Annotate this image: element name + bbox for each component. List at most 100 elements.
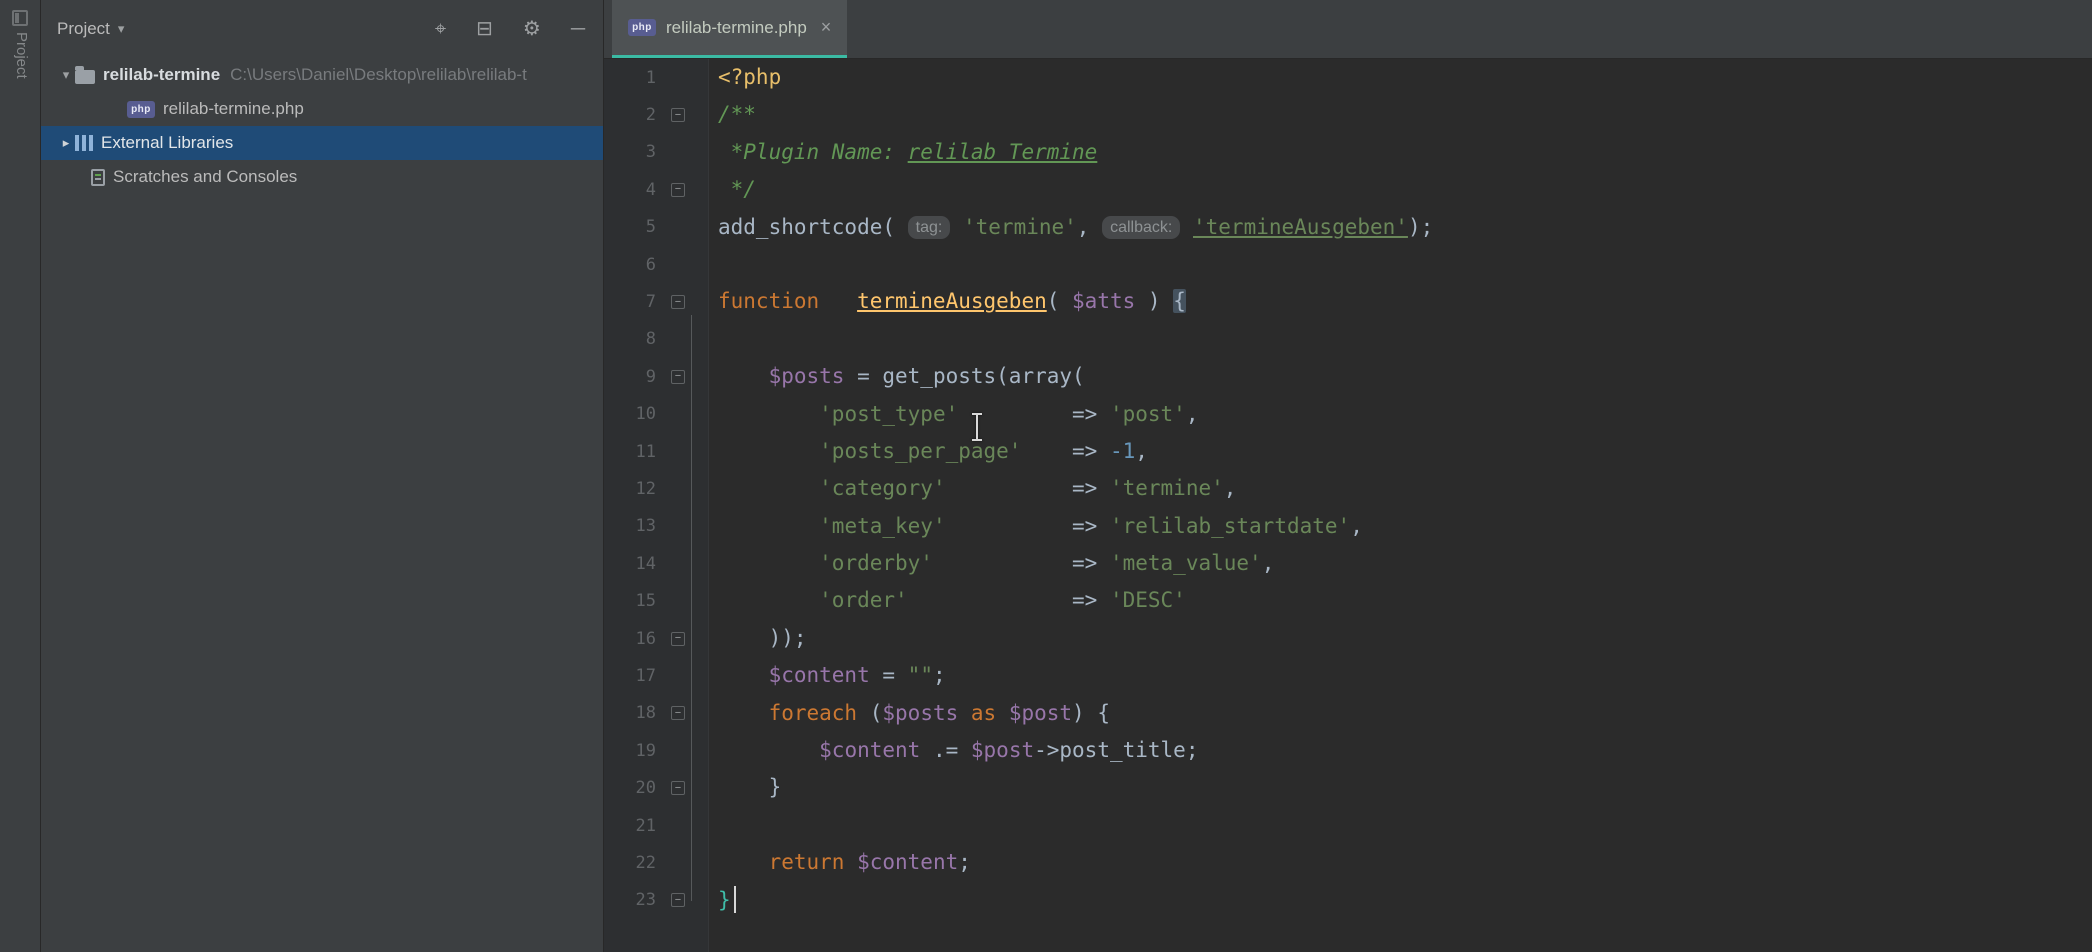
code-line: foreach ($posts as $post) {: [718, 695, 2092, 732]
collapse-all-icon[interactable]: ⊟: [476, 19, 493, 39]
scratches-icon: [91, 169, 105, 186]
code-line: ));: [718, 620, 2092, 657]
gutter-line: 23 −: [604, 882, 708, 919]
project-tree: ▾ relilab-termine C:\Users\Daniel\Deskto…: [41, 58, 603, 194]
activity-bar: Project: [0, 0, 41, 952]
code-line: <?php: [718, 59, 2092, 96]
tree-item-label: Scratches and Consoles: [113, 167, 297, 187]
gutter-line: 5: [604, 209, 708, 246]
folder-icon: [75, 70, 95, 84]
gutter-line: 7−: [604, 283, 708, 320]
gutter-line: 17: [604, 657, 708, 694]
tree-row-php-file[interactable]: php relilab-termine.php: [41, 92, 603, 126]
php-file-icon: php: [628, 19, 656, 36]
fold-marker-icon[interactable]: −: [671, 893, 685, 907]
line-number: 16: [604, 629, 656, 649]
line-number: 6: [604, 255, 656, 275]
tree-row-scratches[interactable]: Scratches and Consoles: [41, 160, 603, 194]
gutter-line: 10: [604, 396, 708, 433]
chevron-collapsed-icon[interactable]: ▸: [57, 135, 75, 151]
tree-item-label: relilab-termine.php: [163, 99, 304, 119]
fold-marker-icon[interactable]: −: [671, 370, 685, 384]
chevron-down-icon: ▾: [118, 21, 125, 37]
editor-tab-active[interactable]: php relilab-termine.php ×: [612, 0, 847, 58]
project-tool-window-button[interactable]: Project: [10, 32, 30, 79]
panel-title: Project: [57, 19, 110, 39]
gutter-line: 8: [604, 321, 708, 358]
line-number: 15: [604, 591, 656, 611]
line-number: 13: [604, 516, 656, 536]
line-number: 3: [604, 142, 656, 162]
project-path: C:\Users\Daniel\Desktop\relilab\relilab-…: [230, 65, 527, 85]
panel-toolbar: ⌖ ⊟ ⚙ ─: [435, 19, 585, 39]
code-line: *Plugin Name: relilab Termine: [718, 134, 2092, 171]
gutter-line: 11: [604, 433, 708, 470]
line-number: 17: [604, 666, 656, 686]
line-number: 5: [604, 217, 656, 237]
code-line: add_shortcode( tag: 'termine', callback:…: [718, 209, 2092, 246]
code-line: return $content;: [718, 844, 2092, 881]
code-line: $posts = get_posts(array(: [718, 358, 2092, 395]
line-number: 20: [604, 778, 656, 798]
ide-window: Project Project ▾ ⌖ ⊟ ⚙ ─ ▾ relilab-term…: [0, 0, 2092, 952]
code-line: /**: [718, 96, 2092, 133]
fold-marker-icon[interactable]: −: [671, 295, 685, 309]
code-line: }: [718, 769, 2092, 806]
gutter-line: 12: [604, 470, 708, 507]
gutter-line: 18 −: [604, 695, 708, 732]
gutter-line: 3: [604, 134, 708, 171]
gutter-line: 21: [604, 807, 708, 844]
code-line: 'category' => 'termine',: [718, 470, 2092, 507]
fold-marker-icon[interactable]: −: [671, 781, 685, 795]
line-number: 21: [604, 816, 656, 836]
fold-scope-line: [691, 315, 692, 901]
line-number: 7: [604, 292, 656, 312]
project-panel-header: Project ▾ ⌖ ⊟ ⚙ ─: [41, 0, 603, 58]
gutter-line: 1: [604, 59, 708, 96]
chevron-expanded-icon[interactable]: ▾: [57, 67, 75, 83]
line-number: 22: [604, 853, 656, 873]
gutter-line: 2−: [604, 96, 708, 133]
line-number: 2: [604, 105, 656, 125]
close-icon[interactable]: ×: [821, 17, 832, 38]
line-number: 12: [604, 479, 656, 499]
code-text-area[interactable]: <?php/** *Plugin Name: relilab Termine *…: [709, 59, 2092, 952]
code-line: 'orderby' => 'meta_value',: [718, 545, 2092, 582]
hide-panel-icon[interactable]: ─: [571, 19, 585, 39]
project-panel: Project ▾ ⌖ ⊟ ⚙ ─ ▾ relilab-termine C:\U…: [41, 0, 604, 952]
fold-marker-icon[interactable]: −: [671, 183, 685, 197]
code-line: 'order' => 'DESC': [718, 582, 2092, 619]
line-number: 4: [604, 180, 656, 200]
settings-gear-icon[interactable]: ⚙: [523, 19, 541, 39]
editor-tab-bar: php relilab-termine.php ×: [604, 0, 2092, 59]
line-number: 11: [604, 442, 656, 462]
line-number: 23: [604, 890, 656, 910]
editor-area: php relilab-termine.php × 12−34−567−89−1…: [604, 0, 2092, 952]
code-line: 'meta_key' => 'relilab_startdate',: [718, 508, 2092, 545]
code-line: */: [718, 171, 2092, 208]
fold-marker-icon[interactable]: −: [671, 108, 685, 122]
tab-label: relilab-termine.php: [666, 18, 807, 38]
code-line: $content .= $post->post_title;: [718, 732, 2092, 769]
locate-file-icon[interactable]: ⌖: [435, 19, 446, 39]
code-line: 'posts_per_page' => -1,: [718, 433, 2092, 470]
tree-row-project-root[interactable]: ▾ relilab-termine C:\Users\Daniel\Deskto…: [41, 58, 603, 92]
tool-window-stripe-icon[interactable]: [12, 10, 28, 26]
gutter-line: 4−: [604, 171, 708, 208]
tree-item-label: External Libraries: [101, 133, 233, 153]
fold-marker-icon[interactable]: −: [671, 632, 685, 646]
gutter-line: 22: [604, 844, 708, 881]
code-line: function termineAusgeben( $atts ) {: [718, 283, 2092, 320]
tree-row-external-libraries[interactable]: ▸ External Libraries: [41, 126, 603, 160]
editor-gutter: 12−34−567−89−10111213141516−1718−1920−21…: [604, 59, 709, 952]
line-number: 14: [604, 554, 656, 574]
fold-marker-icon[interactable]: −: [671, 706, 685, 720]
code-line: $content = "";: [718, 657, 2092, 694]
project-view-selector[interactable]: Project ▾: [57, 19, 124, 39]
php-file-icon: php: [127, 101, 155, 118]
code-line: [718, 807, 2092, 844]
tree-item-label: relilab-termine: [103, 65, 220, 85]
library-icon: [75, 135, 93, 151]
line-number: 18: [604, 703, 656, 723]
gutter-line: 9−: [604, 358, 708, 395]
